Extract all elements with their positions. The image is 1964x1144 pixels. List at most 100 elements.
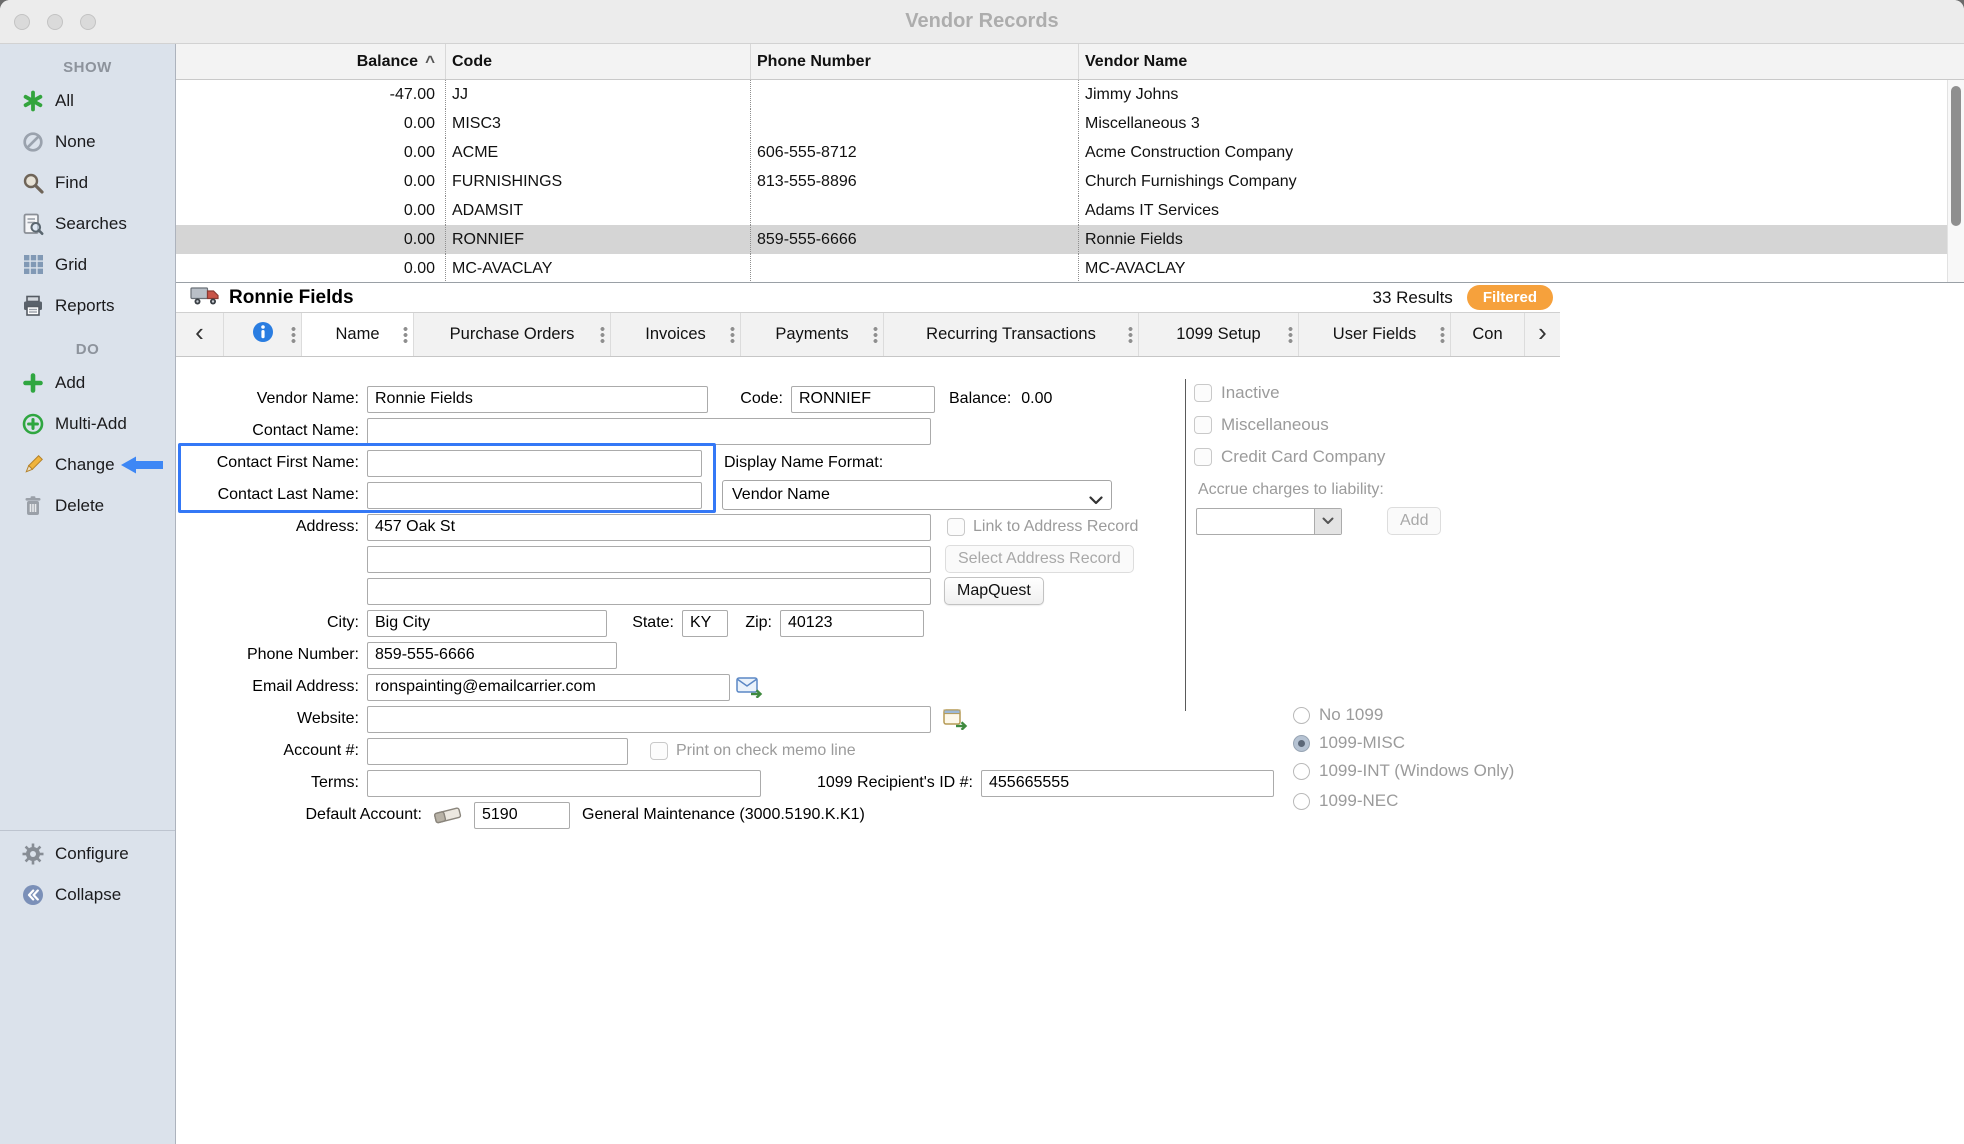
chevron-down-icon[interactable] [1314, 509, 1341, 534]
tab-purchase-orders[interactable]: Purchase Orders [414, 313, 611, 356]
tab-menu-icon[interactable] [1288, 326, 1293, 344]
zoom-window-button[interactable] [80, 14, 96, 30]
dropdown-selected-value: Vendor Name [732, 486, 830, 504]
sidebar-item-reports[interactable]: Reports [0, 285, 175, 326]
tab-contacts-truncated[interactable]: Con [1451, 313, 1524, 356]
tab-menu-icon[interactable] [291, 326, 296, 344]
account-lookup-eraser-icon[interactable] [432, 805, 464, 825]
terms-input[interactable] [367, 770, 761, 797]
table-scrollbar[interactable] [1947, 80, 1964, 282]
tab-name[interactable]: Name [302, 313, 414, 356]
sidebar-item-none[interactable]: None [0, 121, 175, 162]
tab-payments[interactable]: Payments [741, 313, 884, 356]
contact-last-name-input[interactable] [367, 482, 702, 509]
sidebar-item-collapse[interactable]: Collapse [0, 874, 175, 915]
scrollbar-thumb[interactable] [1951, 86, 1961, 226]
sidebar-item-searches[interactable]: Searches [0, 203, 175, 244]
sidebar-item-all[interactable]: All [0, 80, 175, 121]
accrue-liability-dropdown[interactable] [1196, 508, 1342, 535]
table-row[interactable]: 0.00 ACME 606-555-8712 Acme Construction… [176, 138, 1964, 167]
account-number-input[interactable] [367, 738, 628, 765]
credit-card-company-checkbox-row[interactable]: Credit Card Company [1194, 447, 1385, 467]
compose-email-icon[interactable] [736, 676, 763, 698]
checkbox-label: Miscellaneous [1221, 415, 1329, 435]
magnifier-icon [20, 170, 46, 196]
radio-1099-misc[interactable]: 1099-MISC [1293, 733, 1405, 753]
recipient-id-input[interactable] [981, 770, 1274, 797]
tab-user-fields[interactable]: User Fields [1299, 313, 1451, 356]
sidebar-item-add[interactable]: Add [0, 362, 175, 403]
tab-menu-icon[interactable] [730, 326, 735, 344]
tab-scroll-left-button[interactable]: ‹ [176, 313, 224, 356]
tab-menu-icon[interactable] [600, 326, 605, 344]
default-account-input[interactable] [474, 802, 570, 829]
radio-1099-int[interactable]: 1099-INT (Windows Only) [1293, 761, 1514, 781]
email-address-input[interactable] [367, 674, 730, 701]
contact-first-name-input[interactable] [367, 450, 702, 477]
tab-info[interactable] [224, 313, 302, 356]
website-input[interactable] [367, 706, 931, 733]
table-row-selected[interactable]: 0.00 RONNIEF 859-555-6666 Ronnie Fields [176, 225, 1964, 254]
sidebar-item-grid[interactable]: Grid [0, 244, 175, 285]
column-header-phone[interactable]: Phone Number [751, 44, 1079, 79]
print-memo-checkbox[interactable] [650, 742, 668, 760]
phone-number-input[interactable] [367, 642, 617, 669]
tab-1099-setup[interactable]: 1099 Setup [1139, 313, 1299, 356]
state-input[interactable] [682, 610, 728, 637]
tab-menu-icon[interactable] [403, 326, 408, 344]
tab-menu-icon[interactable] [873, 326, 878, 344]
sort-ascending-icon[interactable]: ^ [425, 52, 435, 72]
column-header-balance[interactable]: Balance ^ [176, 44, 446, 79]
sidebar-item-find[interactable]: Find [0, 162, 175, 203]
table-row[interactable]: 0.00 MISC3 Miscellaneous 3 [176, 109, 1964, 138]
close-window-button[interactable] [14, 14, 30, 30]
vendor-name-input[interactable] [367, 386, 708, 413]
miscellaneous-checkbox-row[interactable]: Miscellaneous [1194, 415, 1329, 435]
tab-scroll-right-button[interactable]: › [1524, 313, 1560, 356]
sidebar-item-multi-add[interactable]: Multi-Add [0, 403, 175, 444]
cell-phone [751, 80, 1079, 109]
radio-icon[interactable] [1293, 763, 1310, 780]
sidebar-item-delete[interactable]: Delete [0, 485, 175, 526]
minimize-window-button[interactable] [47, 14, 63, 30]
table-row[interactable]: 0.00 MC-AVACLAY MC-AVACLAY [176, 254, 1964, 283]
filtered-badge[interactable]: Filtered [1467, 285, 1553, 310]
table-row[interactable]: -47.00 JJ Jimmy Johns [176, 80, 1964, 109]
mapquest-button[interactable]: MapQuest [944, 577, 1044, 605]
tab-invoices[interactable]: Invoices [611, 313, 741, 356]
code-input[interactable] [791, 386, 935, 413]
tab-recurring-transactions[interactable]: Recurring Transactions [884, 313, 1139, 356]
address-line2-input[interactable] [367, 546, 931, 573]
window-controls [14, 14, 96, 30]
tab-menu-icon[interactable] [1128, 326, 1133, 344]
radio-icon[interactable] [1293, 793, 1310, 810]
zip-input[interactable] [780, 610, 924, 637]
link-address-checkbox[interactable] [947, 518, 965, 536]
sidebar-item-change[interactable]: Change [0, 444, 175, 485]
display-name-format-dropdown[interactable]: Vendor Name [722, 480, 1112, 510]
info-icon [251, 320, 275, 349]
sidebar-item-configure[interactable]: Configure [0, 833, 175, 874]
open-website-icon[interactable] [943, 708, 968, 730]
tab-menu-icon[interactable] [1440, 326, 1445, 344]
table-row[interactable]: 0.00 FURNISHINGS 813-555-8896 Church Fur… [176, 167, 1964, 196]
recipient-id-label: 1099 Recipient's ID #: [761, 774, 981, 792]
radio-selected-icon[interactable] [1293, 735, 1310, 752]
column-header-vendor-name[interactable]: Vendor Name [1079, 44, 1964, 79]
inactive-checkbox[interactable] [1194, 384, 1212, 402]
city-input[interactable] [367, 610, 607, 637]
miscellaneous-checkbox[interactable] [1194, 416, 1212, 434]
radio-1099-nec[interactable]: 1099-NEC [1293, 791, 1398, 811]
accrue-add-button[interactable]: Add [1387, 507, 1441, 535]
column-header-code[interactable]: Code [446, 44, 751, 79]
radio-icon[interactable] [1293, 707, 1310, 724]
radio-no-1099[interactable]: No 1099 [1293, 705, 1383, 725]
contact-name-input[interactable] [367, 418, 931, 445]
table-row[interactable]: 0.00 ADAMSIT Adams IT Services [176, 196, 1964, 225]
credit-card-company-checkbox[interactable] [1194, 448, 1212, 466]
address-line1-input[interactable] [367, 514, 931, 541]
chevron-left-icon: ‹ [195, 317, 204, 348]
address-line3-input[interactable] [367, 578, 931, 605]
inactive-checkbox-row[interactable]: Inactive [1194, 383, 1280, 403]
select-address-record-button[interactable]: Select Address Record [945, 545, 1134, 573]
